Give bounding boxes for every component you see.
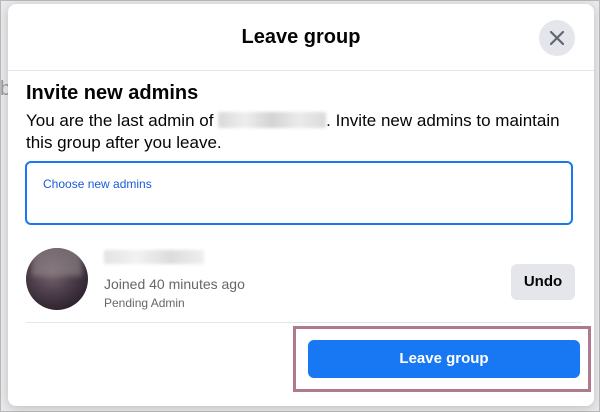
member-row: Joined 40 minutes ago Pending Admin Undo (26, 240, 582, 316)
avatar (26, 248, 88, 310)
redacted-member-name (104, 250, 204, 264)
avatar-blur (32, 248, 82, 276)
leave-group-button[interactable]: Leave group (308, 340, 580, 378)
section-title: Invite new admins (26, 82, 199, 104)
close-button[interactable] (539, 20, 575, 56)
member-joined-text: Joined 40 minutes ago (104, 276, 245, 292)
close-icon (549, 30, 565, 46)
member-status: Pending Admin (104, 296, 185, 310)
choose-admins-field[interactable] (25, 161, 573, 225)
dialog-header: Leave group (8, 4, 594, 71)
redacted-group-name (218, 112, 327, 128)
desc-before: You are the last admin of (26, 111, 219, 130)
footer-divider (26, 322, 582, 323)
leave-group-dialog: Leave group Invite new admins You are th… (8, 4, 594, 406)
choose-admins-input[interactable] (43, 177, 543, 191)
dialog-title: Leave group (241, 26, 361, 48)
section-description: You are the last admin of . Invite new a… (26, 110, 566, 154)
undo-button[interactable]: Undo (511, 264, 575, 300)
